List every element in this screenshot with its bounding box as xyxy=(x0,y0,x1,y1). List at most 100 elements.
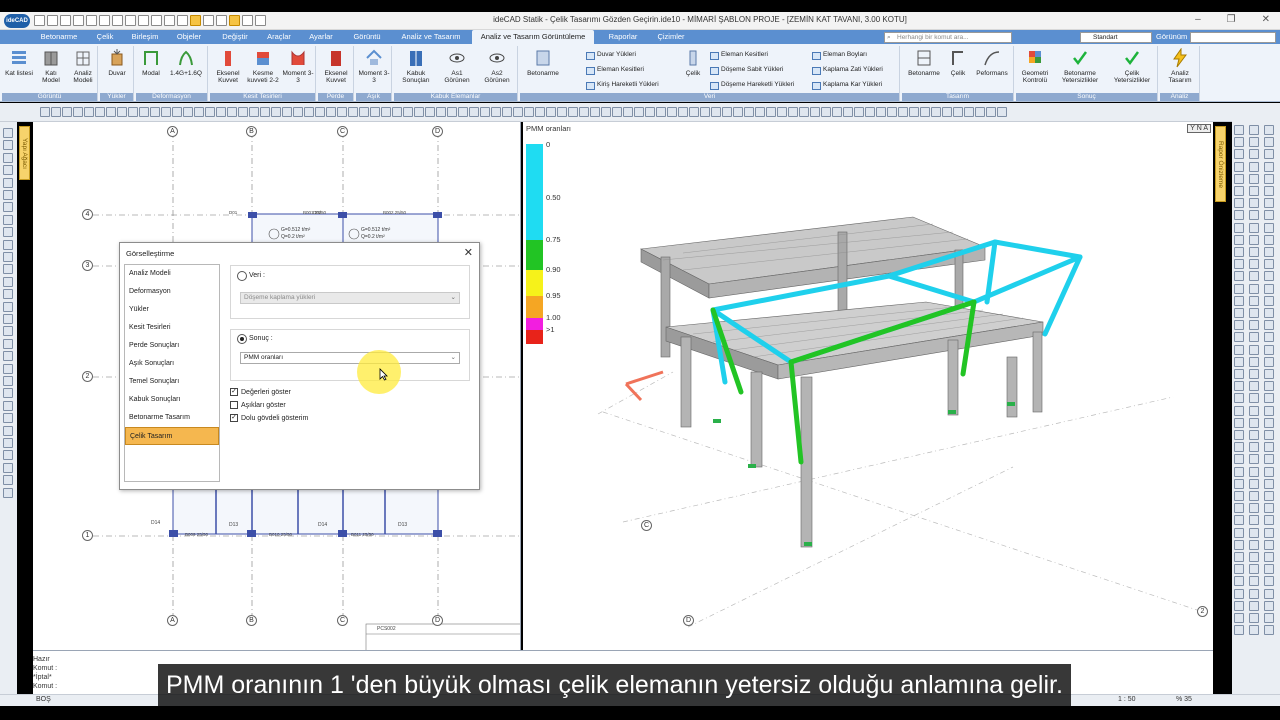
tool-icon[interactable] xyxy=(1264,381,1274,392)
tool-icon[interactable] xyxy=(1234,466,1244,477)
tool-icon[interactable] xyxy=(403,107,413,117)
style-select[interactable]: Standart xyxy=(1080,32,1152,43)
tool-icon[interactable] xyxy=(1249,149,1259,160)
tool-icon[interactable] xyxy=(62,107,72,117)
tool-icon[interactable] xyxy=(1264,527,1274,538)
tool-icon[interactable] xyxy=(942,107,952,117)
tab-raporlar[interactable]: Raporlar xyxy=(600,30,646,44)
tool-icon[interactable] xyxy=(623,107,633,117)
tool-icon[interactable] xyxy=(964,107,974,117)
doseme-hareketli-item[interactable]: Döşeme Hareketli Yükleri xyxy=(710,80,794,90)
tool-icon[interactable] xyxy=(3,363,13,374)
tab-cizimler[interactable]: Çizimler xyxy=(650,30,692,44)
move-icon[interactable] xyxy=(203,15,214,26)
tool-icon[interactable] xyxy=(1234,491,1244,501)
tool-icon[interactable] xyxy=(1234,369,1244,379)
tool-icon[interactable] xyxy=(997,107,1007,117)
tool-icon[interactable] xyxy=(1249,295,1259,306)
tool-icon[interactable] xyxy=(3,400,13,411)
geometri-kontrolu-button[interactable]: Geometri Kontrolü xyxy=(1018,48,1052,84)
tool-icon[interactable] xyxy=(788,107,798,117)
tool-icon[interactable] xyxy=(1264,149,1274,160)
tool-icon[interactable] xyxy=(3,413,13,424)
new-file-icon[interactable] xyxy=(47,15,58,26)
tool-icon[interactable] xyxy=(1234,588,1244,599)
tool-icon[interactable] xyxy=(3,438,13,448)
tool-icon[interactable] xyxy=(172,107,182,117)
tool-icon[interactable] xyxy=(3,128,13,138)
restore-icon[interactable]: ❐ xyxy=(1227,14,1236,25)
tool-icon[interactable] xyxy=(568,107,578,117)
celik-tasarim-button[interactable]: Çelik xyxy=(946,48,970,77)
tool-icon[interactable] xyxy=(1249,332,1259,343)
tool-icon[interactable] xyxy=(1264,515,1274,526)
tool-icon[interactable] xyxy=(1249,588,1259,599)
tool-icon[interactable] xyxy=(502,107,512,117)
tool-icon[interactable] xyxy=(1234,503,1244,514)
tool-icon[interactable] xyxy=(1264,588,1274,599)
tool-icon[interactable] xyxy=(1234,625,1244,636)
tool-icon[interactable] xyxy=(1264,210,1274,221)
tool-icon[interactable] xyxy=(1234,405,1244,416)
tool-icon[interactable] xyxy=(1234,173,1244,184)
tool-icon[interactable] xyxy=(876,107,886,117)
tool-icon[interactable] xyxy=(260,107,270,117)
tool-icon[interactable] xyxy=(1234,210,1244,221)
tool-icon[interactable] xyxy=(1249,210,1259,221)
tool-icon[interactable] xyxy=(1234,161,1244,172)
open-file-icon[interactable] xyxy=(60,15,71,26)
tool-icon[interactable] xyxy=(1264,186,1274,196)
tool-icon[interactable] xyxy=(3,190,13,200)
tool-icon[interactable] xyxy=(1234,283,1244,294)
asik-moment-button[interactable]: Moment 3-3 xyxy=(358,48,390,84)
tool-icon[interactable] xyxy=(1249,625,1259,636)
tool-icon[interactable] xyxy=(1264,344,1274,355)
save-icon[interactable] xyxy=(73,15,84,26)
tool-icon[interactable] xyxy=(1249,527,1259,538)
perde-eksenel-button[interactable]: Eksenel Kuvvet xyxy=(320,48,352,84)
tool-icon[interactable] xyxy=(1234,247,1244,257)
tool-icon[interactable] xyxy=(1234,295,1244,306)
tool-icon[interactable] xyxy=(1264,234,1274,245)
tab-analiz-tasarim-goruntuleme[interactable]: Analiz ve Tasarım Görüntüleme xyxy=(472,30,594,44)
tool-icon[interactable] xyxy=(458,107,468,117)
close-icon[interactable]: ✕ xyxy=(464,246,473,259)
tool-icon[interactable] xyxy=(1249,442,1259,453)
image-icon[interactable] xyxy=(125,15,136,26)
tool-icon[interactable] xyxy=(711,107,721,117)
tool-icon[interactable] xyxy=(1264,613,1274,623)
tool-icon[interactable] xyxy=(1249,503,1259,514)
tool-icon[interactable] xyxy=(205,107,215,117)
tool-icon[interactable] xyxy=(1249,161,1259,172)
tool-icon[interactable] xyxy=(117,107,127,117)
tool-icon[interactable] xyxy=(271,107,281,117)
tool-icon[interactable] xyxy=(1234,527,1244,538)
tool-icon[interactable] xyxy=(656,107,666,117)
tool-icon[interactable] xyxy=(1249,344,1259,355)
tool-icon[interactable] xyxy=(3,264,13,275)
tool-icon[interactable] xyxy=(1264,442,1274,453)
redo-icon[interactable] xyxy=(177,15,188,26)
tool-icon[interactable] xyxy=(370,107,380,117)
tool-icon[interactable] xyxy=(469,107,479,117)
close-icon[interactable]: ✕ xyxy=(1262,14,1270,25)
tool-icon[interactable] xyxy=(1234,552,1244,562)
rapor-onizleme-tab[interactable]: Rapor Önizleme xyxy=(1215,126,1226,202)
sonuc-radio[interactable]: Sonuç : xyxy=(237,334,273,344)
tool-icon[interactable] xyxy=(1249,381,1259,392)
list-item[interactable]: Betonarme Tasarım xyxy=(125,409,219,427)
tool-icon[interactable] xyxy=(1234,454,1244,465)
tool-icon[interactable] xyxy=(1234,430,1244,440)
tool-icon[interactable] xyxy=(975,107,985,117)
doseme-sabit-item[interactable]: Döşeme Sabit Yükleri xyxy=(710,65,783,75)
tool-icon[interactable] xyxy=(3,152,13,163)
tool-icon[interactable] xyxy=(3,165,13,176)
tool-icon[interactable] xyxy=(3,301,13,312)
tool-icon[interactable] xyxy=(392,107,402,117)
kati-model-button[interactable]: Katı Model xyxy=(36,48,66,84)
tool-icon[interactable] xyxy=(1249,515,1259,526)
tool-icon[interactable] xyxy=(183,107,193,117)
tool-icon[interactable] xyxy=(524,107,534,117)
tool-icon[interactable] xyxy=(51,107,61,117)
tab-betonarme[interactable]: Betonarme xyxy=(34,30,84,44)
